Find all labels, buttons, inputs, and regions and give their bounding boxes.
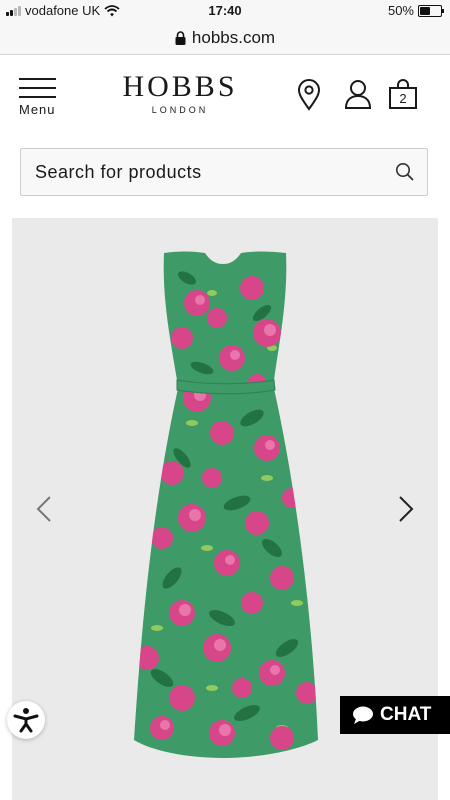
battery-percent: 50% xyxy=(387,3,414,18)
url-text[interactable]: hobbs.com xyxy=(192,28,275,48)
url-bar[interactable]: hobbs.com xyxy=(0,22,450,55)
chat-button[interactable]: CHAT xyxy=(340,696,450,734)
lock-icon xyxy=(175,31,186,45)
search-icon[interactable] xyxy=(395,162,415,182)
hobbs-logo[interactable]: HOBBS LONDON xyxy=(115,70,245,116)
status-right: 50% xyxy=(387,3,444,18)
chat-bubble-icon xyxy=(353,706,373,724)
menu-button[interactable]: Menu xyxy=(18,75,60,121)
chat-label: CHAT xyxy=(380,704,432,725)
account-icon[interactable] xyxy=(344,79,372,109)
search-input[interactable] xyxy=(35,149,375,195)
menu-label: Menu xyxy=(19,102,56,117)
previous-image-arrow[interactable] xyxy=(30,494,60,524)
logo-sub: LONDON xyxy=(151,105,209,115)
battery-icon xyxy=(418,4,444,17)
search-bar xyxy=(20,148,428,196)
accessibility-icon xyxy=(13,708,39,733)
site-header: Menu HOBBS LONDON 2 xyxy=(0,55,450,135)
bag-button[interactable]: 2 xyxy=(388,79,418,111)
store-locator-icon[interactable] xyxy=(296,79,322,111)
status-bar: vodafone UK 17:40 50% xyxy=(0,0,450,22)
logo-main: HOBBS xyxy=(122,70,238,103)
status-time: 17:40 xyxy=(208,3,242,18)
accessibility-button[interactable] xyxy=(7,701,45,739)
next-image-arrow[interactable] xyxy=(390,494,420,524)
bag-count: 2 xyxy=(399,91,407,106)
